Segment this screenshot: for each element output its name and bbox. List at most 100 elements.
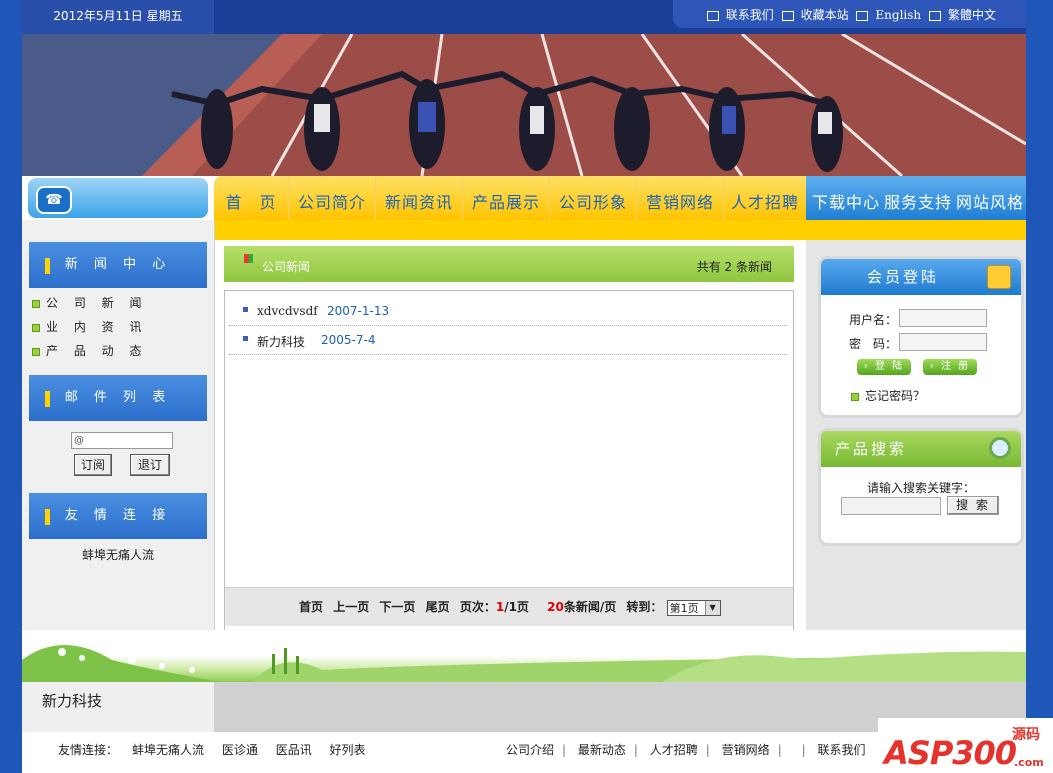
top-link-favorite[interactable]: 收藏本站 — [801, 8, 849, 22]
navigation-row: ☎ 首 页 公司简介 新闻资讯 产品展示 公司形象 营销网络 人才招聘 下载中心… — [22, 176, 1026, 220]
secondary-nav: 下载中心 服务支持 网站风格 — [806, 176, 1026, 220]
nav-news[interactable]: 新闻资讯 — [376, 176, 463, 220]
square-bullet-icon — [243, 307, 248, 312]
pagination-bar: 首页 上一页 下一页 尾页 页次：1/1页 20条新闻/页 转到： 第1页 ▼ — [225, 587, 793, 626]
login-button[interactable]: › 登 陆 — [857, 359, 911, 375]
logo-text: ASP300 — [884, 734, 1017, 772]
nav-marketing[interactable]: 营销网络 — [637, 176, 724, 220]
nav-downloads[interactable]: 下载中心 — [810, 176, 882, 220]
mail-list-heading: 邮 件 列 表 — [29, 375, 207, 421]
footer-friend-link[interactable]: 好列表 — [330, 743, 366, 757]
left-sidebar: 新 闻 中 心 公 司 新 闻 业 内 资 讯 产 品 动 态 邮 件 列 表 … — [22, 220, 215, 682]
folder-icon — [987, 265, 1011, 289]
news-count: 共有 2 条新闻 — [696, 260, 772, 274]
pager-per-page-number: 20 — [547, 600, 564, 614]
running-track-illustration — [22, 34, 1026, 176]
heading-marker — [45, 509, 50, 525]
footer-link-marketing[interactable]: 营销网络 — [722, 743, 770, 757]
grass-decoration — [22, 630, 1026, 682]
footer-link-about[interactable]: 公司介绍 — [506, 743, 554, 757]
pager-next[interactable]: 下一页 — [379, 600, 415, 614]
chevron-down-icon[interactable]: ▼ — [704, 600, 720, 615]
sidebar-item-company-news[interactable]: 公 司 新 闻 — [32, 294, 147, 311]
square-bullet-icon — [243, 336, 248, 341]
search-prompt: 请输入搜索关键字： — [866, 481, 975, 495]
main-nav: 首 页 公司简介 新闻资讯 产品展示 公司形象 营销网络 人才招聘 — [214, 176, 806, 220]
bullet-icon — [32, 299, 40, 308]
news-panel-title: 公司新闻 — [262, 260, 311, 274]
footer-link-news[interactable]: 最新动态 — [578, 743, 626, 757]
nav-style[interactable]: 网站风格 — [954, 176, 1026, 220]
pager-current: 1 — [495, 600, 505, 614]
page-select[interactable]: 第1页 ▼ — [666, 599, 721, 616]
windows-flag-icon — [244, 254, 253, 263]
top-link-english[interactable]: English — [875, 8, 921, 22]
unsubscribe-button[interactable]: 退订 — [130, 454, 170, 476]
footer-friend-links: 友情连接： 蚌埠无痛人流 医诊通 医品讯 好列表 — [58, 732, 380, 768]
news-list-box: xdvcdvsdf 2007-1-13 新力科技 2005-7-4 首页 上一页… — [224, 290, 794, 632]
bullet-icon — [32, 347, 40, 356]
phone-icon: ☎ — [36, 186, 72, 214]
top-link-traditional[interactable]: 繁體中文 — [948, 8, 996, 22]
right-sidebar: 会员登陆 用户名： 密 码： › 登 陆 › 注 册 忘记密码？ 产品搜索 请输… — [806, 240, 1026, 682]
grass-illustration — [22, 645, 1026, 682]
asp300-logo: ASP300 源码 .com — [878, 718, 1053, 773]
footer-friend-link[interactable]: 医诊通 — [222, 743, 258, 757]
header-banner-image — [22, 34, 1026, 176]
sidebar-item-product-news[interactable]: 产 品 动 态 — [32, 342, 147, 359]
current-date: 2012年5月11日 星期五 — [22, 0, 214, 34]
footer-links: 公司介绍 | 最新动态 | 人才招聘 | 营销网络 | | 联系我们 — [506, 743, 866, 757]
top-links: 联系我们 收藏本站 English 繁體中文 — [672, 0, 1026, 28]
nav-image[interactable]: 公司形象 — [550, 176, 637, 220]
pager-prev[interactable]: 上一页 — [333, 600, 369, 614]
nav-jobs[interactable]: 人才招聘 — [724, 176, 806, 220]
register-button[interactable]: › 注 册 — [923, 359, 977, 375]
member-login-box: 会员登陆 用户名： 密 码： › 登 陆 › 注 册 忘记密码？ — [818, 256, 1024, 418]
nav-support[interactable]: 服务支持 — [882, 176, 954, 220]
nav-underline-strip — [214, 220, 1026, 240]
footer-friend-link[interactable]: 医品讯 — [276, 743, 312, 757]
bullet-icon — [32, 323, 40, 332]
pager-per-page-text: 条新闻/页 — [563, 600, 617, 614]
nav-home[interactable]: 首 页 — [214, 176, 289, 220]
home-icon — [856, 10, 869, 21]
password-input[interactable] — [899, 333, 987, 351]
top-link-contact[interactable]: 联系我们 — [726, 8, 774, 22]
password-label: 密 码： — [849, 337, 898, 351]
email-field[interactable]: @ — [71, 432, 173, 449]
product-search-header: 产品搜索 — [821, 431, 1021, 467]
subscribe-button[interactable]: 订阅 — [74, 454, 112, 476]
footer-friend-link[interactable]: 蚌埠无痛人流 — [132, 743, 204, 757]
news-date: 2007-1-13 — [327, 304, 390, 318]
top-bar: 2012年5月11日 星期五 联系我们 收藏本站 English 繁體中文 — [22, 0, 1026, 34]
nav-about[interactable]: 公司简介 — [289, 176, 376, 220]
footer-friend-label: 友情连接： — [58, 743, 119, 757]
brand-name: 新力科技 — [42, 692, 103, 710]
list-item[interactable]: xdvcdvsdf 2007-1-13 — [229, 297, 787, 326]
heading-marker — [45, 391, 50, 407]
search-button[interactable]: 搜 索 — [947, 496, 999, 515]
member-login-header: 会员登陆 — [821, 259, 1021, 295]
pager-page-label: 页次： — [459, 600, 496, 614]
footer-link-contact[interactable]: 联系我们 — [817, 743, 865, 757]
footer-link-jobs[interactable]: 人才招聘 — [650, 743, 698, 757]
nav-products[interactable]: 产品展示 — [463, 176, 550, 220]
logo-sub: 源码 — [1012, 727, 1040, 743]
pager-last[interactable]: 尾页 — [426, 600, 450, 614]
pager-first[interactable]: 首页 — [299, 600, 323, 614]
footer-brand-panel: 新力科技 — [22, 682, 214, 732]
news-center-heading: 新 闻 中 心 — [29, 242, 207, 288]
username-label: 用户名： — [849, 313, 898, 327]
username-input[interactable] — [899, 309, 987, 327]
search-input[interactable] — [841, 497, 941, 515]
forgot-password-link[interactable]: 忘记密码？ — [851, 387, 925, 404]
news-title[interactable]: 新力科技 — [257, 333, 305, 350]
friend-link[interactable]: 蚌埠无痛人流 — [22, 546, 214, 563]
sidebar-item-industry-news[interactable]: 业 内 资 讯 — [32, 318, 147, 335]
list-item[interactable]: 新力科技 2005-7-4 — [229, 326, 787, 355]
product-search-box: 产品搜索 请输入搜索关键字： 搜 索 — [818, 428, 1024, 546]
pager-goto-label: 转到： — [626, 600, 663, 614]
mail-icon — [706, 10, 719, 21]
news-title[interactable]: xdvcdvsdf — [257, 304, 318, 318]
friend-links-heading: 友 情 连 接 — [29, 493, 207, 539]
